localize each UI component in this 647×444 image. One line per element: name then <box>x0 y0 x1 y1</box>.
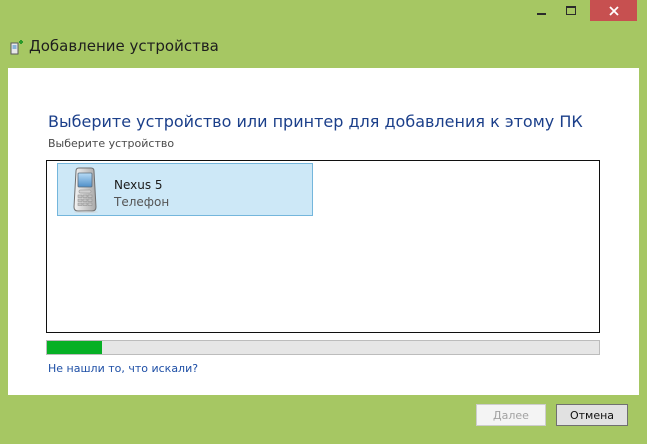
maximize-icon <box>566 6 576 15</box>
page-heading: Выберите устройство или принтер для доба… <box>48 112 583 131</box>
cancel-button[interactable]: Отмена <box>556 404 628 426</box>
search-progress-bar <box>46 340 600 355</box>
not-found-link[interactable]: Не нашли то, что искали? <box>48 362 198 375</box>
device-list[interactable]: Nexus 5 Телефон <box>46 160 600 333</box>
minimize-button[interactable] <box>526 0 556 21</box>
device-wizard-icon <box>10 40 23 55</box>
close-button[interactable] <box>590 0 637 21</box>
device-list-label: Выберите устройство <box>48 137 175 150</box>
minimize-icon <box>536 12 546 15</box>
device-tile-nexus-5[interactable]: Nexus 5 Телефон <box>57 163 313 216</box>
content-panel: Выберите устройство или принтер для доба… <box>8 68 639 395</box>
progress-fill <box>47 341 103 354</box>
add-device-window: Добавление устройства Выберите устройств… <box>0 0 647 444</box>
phone-icon <box>73 167 98 213</box>
next-button[interactable]: Далее <box>476 404 546 426</box>
window-title: Добавление устройства <box>29 37 219 55</box>
close-icon <box>608 5 619 16</box>
device-name: Nexus 5 <box>114 178 163 192</box>
device-type: Телефон <box>114 195 170 209</box>
maximize-button[interactable] <box>556 0 586 21</box>
